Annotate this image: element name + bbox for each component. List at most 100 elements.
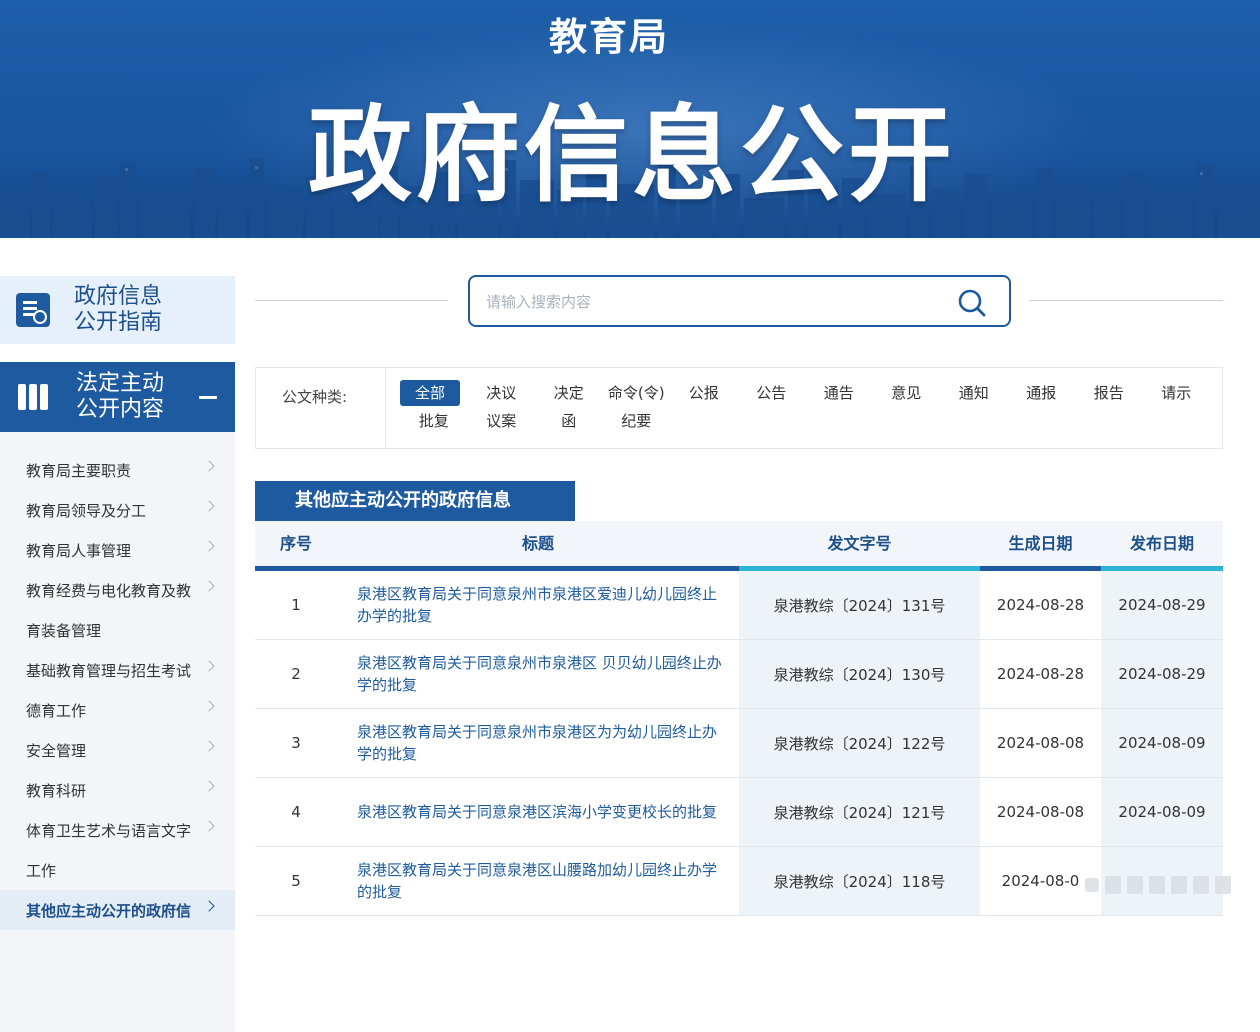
chevron-right-icon <box>203 460 215 472</box>
column-header-title: 标题 <box>521 534 554 553</box>
chevron-right-icon <box>203 900 215 912</box>
sidebar-item-basic-education[interactable]: 基础教育管理与招生考试 <box>0 650 235 690</box>
document-title-link[interactable]: 泉港区教育局关于同意泉州市泉港区为为幼儿园终止办学的批复 <box>337 709 739 777</box>
published-date: 2024-08-09 <box>1101 709 1223 777</box>
sidebar-item-label: 教育局领导及分工 <box>26 501 147 520</box>
page-title: 政府信息公开 <box>308 94 957 216</box>
filter-option[interactable]: 全部 <box>400 380 460 406</box>
sidebar-item-label: 安全管理 <box>26 741 87 760</box>
created-date: 2024-08-28 <box>996 596 1085 614</box>
chevron-right-icon <box>203 700 215 712</box>
column-header-published: 发布日期 <box>1129 534 1194 553</box>
row-number: 1 <box>291 596 301 614</box>
filter-option[interactable]: 纪要 <box>603 408 671 434</box>
search-icon[interactable] <box>957 289 987 317</box>
row-number: 4 <box>291 803 301 821</box>
sidebar-item-label: 德育工作 <box>26 701 87 720</box>
sidebar: 政府信息 公开指南 法定主动 公开内容 教育局主要职责 教育局领导及分工 教育局… <box>0 276 235 1032</box>
table-row: 3 泉港区教育局关于同意泉州市泉港区为为幼儿园终止办学的批复 泉港教综〔2024〕1… <box>255 709 1223 778</box>
header-accent-bar <box>1101 566 1223 571</box>
header-banner: 教育局 政府信息公开 <box>0 0 1260 238</box>
filter-options: 全部 决议 决定 命令(令) 公报 公告 通告 意见 通知 通报 报告 请示批复 议案函纪要 <box>400 380 1220 434</box>
sidebar-guide-label: 政府信息 公开指南 <box>74 284 163 335</box>
sidebar-item-duties[interactable]: 教育局主要职责 <box>0 450 235 490</box>
filter-option[interactable]: 通知 <box>940 380 1008 406</box>
chevron-right-icon <box>203 580 215 592</box>
sidebar-item-moral-education[interactable]: 德育工作 <box>0 690 235 730</box>
filter-option[interactable]: 报告 <box>1075 380 1143 406</box>
chevron-right-icon <box>203 780 215 792</box>
organization-name: 教育局 <box>548 15 669 59</box>
sidebar-item-safety[interactable]: 安全管理 <box>0 730 235 770</box>
filter-option[interactable]: 通告 <box>805 380 873 406</box>
chevron-right-icon <box>203 660 215 672</box>
sidebar-item-personnel[interactable]: 教育局人事管理 <box>0 530 235 570</box>
sidebar-item-statutory-disclosure[interactable]: 法定主动 公开内容 <box>0 362 235 432</box>
filter-option[interactable]: 决议 <box>468 380 536 406</box>
search-input[interactable] <box>486 290 926 314</box>
sidebar-item-research[interactable]: 教育科研 <box>0 770 235 810</box>
filter-option[interactable]: 请示 <box>1143 380 1211 406</box>
chevron-right-icon <box>203 820 215 832</box>
filter-option[interactable]: 通报 <box>1008 380 1076 406</box>
document-title-link[interactable]: 泉港区教育局关于同意泉港区山腰路加幼儿园终止办学的批复 <box>337 847 739 915</box>
column-header-no: 序号 <box>279 534 312 553</box>
created-date: 2024-08-0 <box>1001 872 1080 890</box>
document-number: 泉港教综〔2024〕118号 <box>739 847 980 915</box>
table-row: 4 泉港区教育局关于同意泉港区滨海小学变更校长的批复 泉港教综〔2024〕121号 2… <box>255 778 1223 847</box>
chevron-right-icon <box>203 740 215 752</box>
collapse-minus-icon[interactable] <box>199 395 217 399</box>
sidebar-item-label: 工作 <box>26 861 57 880</box>
document-badge-icon <box>16 293 50 327</box>
section-title: 其他应主动公开的政府信息 <box>255 481 575 521</box>
sidebar-item-funding[interactable]: 教育经费与电化教育及教 <box>0 570 235 610</box>
filter-option[interactable]: 函 <box>535 408 603 434</box>
document-title-link[interactable]: 泉港区教育局关于同意泉州市泉港区 贝贝幼儿园终止办学的批复 <box>337 640 739 708</box>
divider-line <box>1030 300 1223 301</box>
created-date: 2024-08-08 <box>996 803 1085 821</box>
filter-option[interactable]: 决定 <box>535 380 603 406</box>
sidebar-item-funding-cont[interactable]: 育装备管理 <box>0 610 235 650</box>
filter-option[interactable]: 议案 <box>468 408 536 434</box>
divider-line <box>255 300 448 301</box>
filter-option[interactable]: 公报 <box>670 380 738 406</box>
created-date: 2024-08-08 <box>996 734 1085 752</box>
sidebar-item-label: 教育局人事管理 <box>26 541 132 560</box>
filter-label: 公文种类: <box>256 368 386 448</box>
column-header-doc-no: 发文字号 <box>827 534 892 553</box>
search-bar <box>255 275 1223 327</box>
sidebar-item-disclosure-guide[interactable]: 政府信息 公开指南 <box>0 276 235 344</box>
filter-option[interactable]: 公告 <box>738 380 806 406</box>
sidebar-item-sports-arts[interactable]: 体育卫生艺术与语言文字 <box>0 810 235 850</box>
search-box <box>468 275 1011 327</box>
sidebar-submenu: 教育局主要职责 教育局领导及分工 教育局人事管理 教育经费与电化教育及教 育装备… <box>0 432 235 1032</box>
document-number: 泉港教综〔2024〕122号 <box>739 709 980 777</box>
document-number: 泉港教综〔2024〕131号 <box>739 571 980 639</box>
row-number: 3 <box>291 734 301 752</box>
published-date: 2024-08-29 <box>1101 571 1223 639</box>
document-title-link[interactable]: 泉港区教育局关于同意泉州市泉港区爱迪儿幼儿园终止办学的批复 <box>337 571 739 639</box>
document-title-link[interactable]: 泉港区教育局关于同意泉港区滨海小学变更校长的批复 <box>337 778 739 846</box>
sidebar-item-leadership[interactable]: 教育局领导及分工 <box>0 490 235 530</box>
books-icon <box>18 384 50 410</box>
published-date: 2024-08-09 <box>1101 778 1223 846</box>
table-header: 序号 标题 发文字号 生成日期 发布日期 <box>255 521 1223 571</box>
filter-option[interactable]: 批复 <box>400 408 468 434</box>
sidebar-item-label: 体育卫生艺术与语言文字 <box>26 821 192 840</box>
sidebar-item-label: 教育局主要职责 <box>26 461 132 480</box>
document-table: 序号 标题 发文字号 生成日期 发布日期 1 泉港区教育局关于同意泉州市泉港区爱迪… <box>255 521 1223 916</box>
table-body: 1 泉港区教育局关于同意泉州市泉港区爱迪儿幼儿园终止办学的批复 泉港教综〔2024〕… <box>255 571 1223 916</box>
table-row: 2 泉港区教育局关于同意泉州市泉港区 贝贝幼儿园终止办学的批复 泉港教综〔2024〕… <box>255 640 1223 709</box>
sidebar-item-label: 其他应主动公开的政府信 <box>26 901 192 920</box>
sidebar-item-sports-arts-cont[interactable]: 工作 <box>0 850 235 890</box>
sidebar-item-label: 基础教育管理与招生考试 <box>26 661 192 680</box>
doc-type-filter: 公文种类: 全部 决议 决定 命令(令) 公报 公告 通告 意见 通知 通报 报告 请示批复 议案函纪要 <box>255 367 1223 449</box>
sidebar-item-other-info[interactable]: 其他应主动公开的政府信 <box>0 890 235 930</box>
document-number: 泉港教综〔2024〕130号 <box>739 640 980 708</box>
table-row: 1 泉港区教育局关于同意泉州市泉港区爱迪儿幼儿园终止办学的批复 泉港教综〔2024〕… <box>255 571 1223 640</box>
row-number: 5 <box>291 872 301 890</box>
chevron-right-icon <box>203 500 215 512</box>
filter-option[interactable]: 命令(令) <box>603 380 671 406</box>
filter-option[interactable]: 意见 <box>873 380 941 406</box>
sidebar-item-label: 教育科研 <box>26 781 87 800</box>
